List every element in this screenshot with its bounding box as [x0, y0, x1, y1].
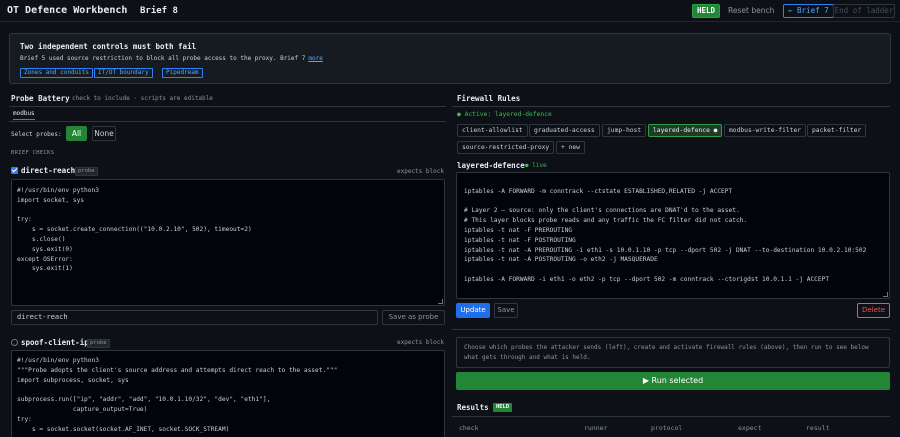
brief-text: Brief 5 used source restriction to block…	[20, 55, 323, 62]
code-line: # This layer blocks probe reads and any …	[464, 217, 748, 225]
code-line: try:	[17, 415, 32, 423]
code-line: s.close()	[17, 235, 66, 243]
code-line: """Probe adopts the client's source addr…	[17, 366, 338, 374]
probe-name-spoof-client-ip: spoof-client-ip	[21, 338, 89, 347]
brief-checks-label: BRIEF CHECKS	[11, 150, 55, 156]
tab-divider	[9, 121, 446, 122]
code-line: sys.exit(1)	[17, 265, 73, 273]
reset-bench-button[interactable]: Reset bench	[725, 4, 777, 18]
column-header-protocol[interactable]: protocol	[651, 424, 682, 432]
firewall-rules-title: Firewall Rules	[457, 94, 521, 103]
probe-expects: expects block	[397, 168, 444, 175]
probe-battery-divider	[9, 106, 446, 107]
column-header-check[interactable]: check	[459, 424, 479, 432]
top-bar: OT Defence Workbench Brief 8 HELD Reset …	[0, 0, 900, 22]
probe-tag: probe	[87, 339, 110, 348]
resize-handle[interactable]	[883, 292, 888, 297]
firewall-divider	[452, 106, 890, 107]
rule-jump-host[interactable]: jump-host	[602, 124, 647, 137]
probe-tag: probe	[75, 167, 98, 176]
code-line: try:	[17, 216, 32, 224]
tab-modbus[interactable]: modbus	[13, 110, 35, 120]
rule-packet-filter[interactable]: packet-filter	[807, 124, 867, 137]
column-header-expect[interactable]: expect	[738, 424, 761, 432]
results-title: Results	[457, 403, 489, 412]
chip-it-ot-boundary[interactable]: IT/OT boundary	[94, 68, 153, 78]
delete-rule-button[interactable]: Delete	[857, 303, 890, 318]
run-divider	[452, 329, 890, 330]
firewall-rule-editor[interactable]: iptables -A FORWARD -m conntrack --ctsta…	[456, 172, 890, 299]
brief-card: Two independent controls must both fail …	[9, 33, 891, 84]
active-rule-indicator: ● Active: layered-defence	[457, 111, 552, 118]
select-none-button[interactable]: None	[92, 126, 116, 141]
code-line: iptables -A FORWARD -i eth1 -o eth2 -p t…	[464, 275, 830, 283]
direct-reach-checkbox[interactable]	[11, 167, 18, 174]
code-line: iptables -A FORWARD -m conntrack --ctsta…	[464, 187, 733, 195]
probe-battery-title: Probe Battery	[11, 94, 70, 103]
chip-zones-and-conduits[interactable]: Zones and conduits	[20, 68, 94, 78]
probe-expects: expects block	[397, 339, 444, 346]
code-line: iptables -t nat -A POSTROUTING -o eth2 -…	[464, 256, 658, 264]
rule-graduated-access[interactable]: graduated-access	[529, 124, 600, 137]
resize-handle[interactable]	[438, 299, 443, 304]
code-line: #!/usr/bin/env python3	[17, 357, 99, 364]
end-of-ladder-button[interactable]: End of ladder	[833, 4, 895, 18]
code-line: iptables -t nat -A PREROUTING -i eth1 -s…	[464, 246, 867, 254]
code-line: capture_output=True)	[17, 405, 148, 413]
more-link[interactable]: more	[308, 55, 322, 62]
brief-text-body: Brief 5 used source restriction to block…	[20, 55, 306, 62]
brief-label: Brief 8	[140, 6, 178, 16]
spoof-client-ip-checkbox[interactable]	[11, 339, 18, 346]
results-divider	[452, 416, 890, 417]
run-instructions: Choose which probes the attacker sends (…	[456, 337, 890, 368]
code-line: # Layer 2 — source: only the client's co…	[464, 207, 740, 215]
code-line: import subprocess, socket, sys	[17, 376, 129, 384]
code-line: import socket, sys	[17, 196, 85, 204]
status-badge: HELD	[692, 4, 721, 18]
direct-reach-script-editor[interactable]: #!/usr/bin/env python3 import socket, sy…	[11, 179, 445, 306]
code-line: subprocess.run(["ip", "addr", "add", "10…	[17, 396, 271, 404]
code-line: sys.exit(0)	[17, 245, 73, 253]
select-probes-label: Select probes:	[11, 131, 62, 138]
save-as-probe-button[interactable]: Save as probe	[382, 310, 445, 325]
code-line: iptables -t nat -F POSTROUTING	[464, 236, 576, 244]
code-line: except OSError:	[17, 255, 73, 263]
code-line: s = socket.socket(socket.AF_INET, socket…	[17, 425, 230, 433]
probe-battery-subtitle: check to include · scripts are editable	[72, 95, 213, 102]
app-title: OT Defence Workbench	[7, 5, 128, 16]
spoof-client-ip-script-editor[interactable]: #!/usr/bin/env python3 """Probe adopts t…	[11, 350, 445, 437]
rule-source-restricted-proxy[interactable]: source-restricted-proxy	[457, 141, 555, 154]
code-line: iptables -t nat -F PREROUTING	[464, 226, 573, 234]
probe-name-input[interactable]: direct-reach	[11, 310, 378, 325]
selected-rule-name: layered-defence	[457, 161, 525, 170]
previous-brief-button[interactable]: ← Brief 7	[783, 4, 834, 18]
select-all-button[interactable]: All	[66, 126, 87, 141]
rule-modbus-write-filter[interactable]: modbus-write-filter	[724, 124, 807, 137]
rule-layered-defence[interactable]: layered-defence ●	[648, 124, 723, 137]
column-header-runner[interactable]: runner	[584, 424, 607, 432]
column-header-result[interactable]: result	[806, 424, 829, 432]
results-status-badge: HELD	[493, 403, 513, 412]
chip-pipedream[interactable]: Pipedream	[162, 68, 203, 78]
new-rule-button[interactable]: + new	[556, 141, 585, 154]
probe-name-direct-reach: direct-reach	[21, 166, 76, 175]
code-line: s = socket.create_connection(("10.0.2.10…	[17, 226, 252, 234]
live-indicator: ● live	[525, 162, 547, 169]
code-line: #!/usr/bin/env python3	[17, 187, 99, 194]
brief-heading: Two independent controls must both fail	[20, 42, 197, 51]
save-rule-button[interactable]: Save	[494, 303, 518, 318]
update-rule-button[interactable]: Update	[456, 303, 490, 318]
rule-client-allowlist[interactable]: client-allowlist	[457, 124, 528, 137]
run-selected-button[interactable]: ▶ Run selected	[456, 372, 890, 390]
